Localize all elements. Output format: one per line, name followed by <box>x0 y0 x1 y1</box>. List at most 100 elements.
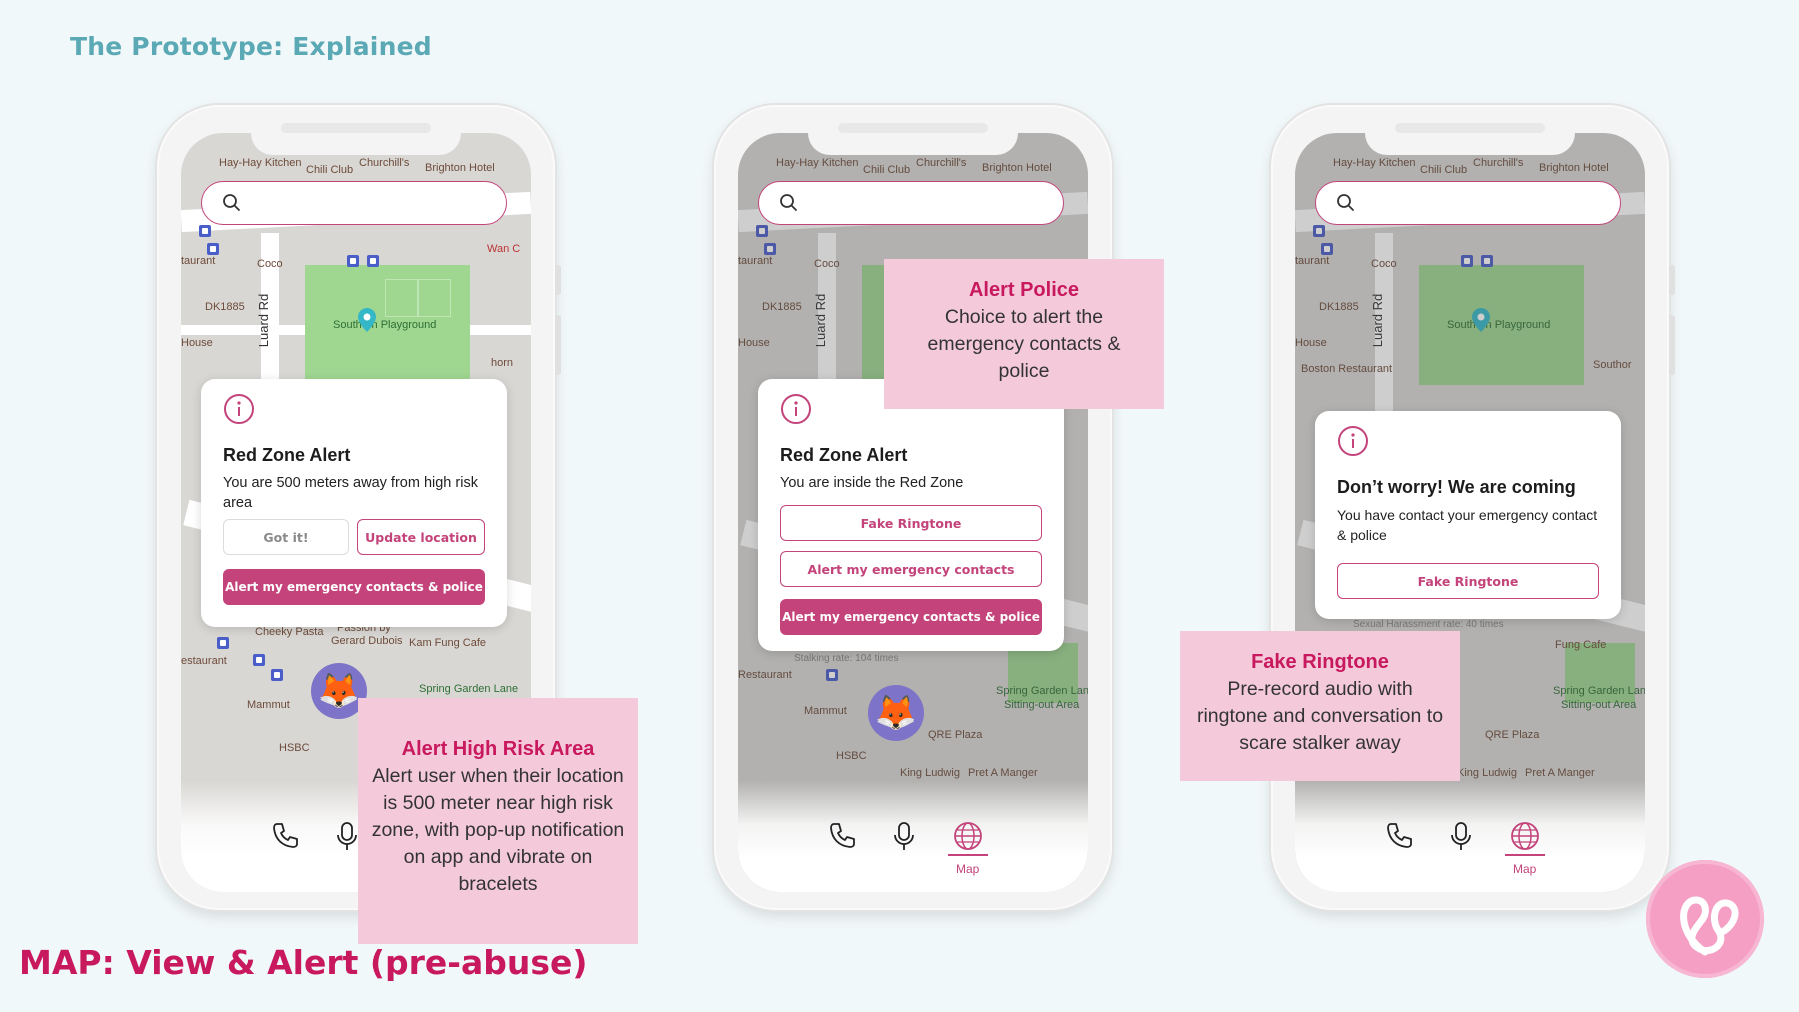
info-icon <box>224 394 254 424</box>
bus-stop-icon <box>764 243 776 255</box>
map-label: taurant <box>181 255 216 267</box>
got-it-button[interactable]: Got it! <box>223 519 349 555</box>
map-label: Churchill's <box>916 157 967 169</box>
map-label: Sitting-out Area <box>1004 699 1080 711</box>
bus-stop-icon <box>367 255 379 267</box>
search-bar[interactable] <box>201 181 507 225</box>
map-label: taurant <box>738 255 773 267</box>
callout-alert-police: Alert Police Choice to alert the emergen… <box>884 259 1164 409</box>
map-label: Sitting-out Area <box>1561 699 1637 711</box>
bus-stop-icon <box>207 243 219 255</box>
map-label: Sexual Harassment rate: 40 times <box>1353 619 1504 630</box>
red-zone-alert-card: Red Zone Alert You are 500 meters away f… <box>201 379 507 627</box>
map-label: Hay-Hay Kitchen <box>1333 157 1416 169</box>
info-icon <box>781 394 811 424</box>
bus-stop-icon <box>756 225 768 237</box>
location-pin-icon <box>358 308 376 332</box>
search-bar[interactable] <box>1315 181 1621 225</box>
callout-title: Fake Ringtone <box>1251 651 1389 673</box>
callout-fake-ringtone: Fake Ringtone Pre-record audio with ring… <box>1180 631 1460 781</box>
search-icon <box>223 194 240 211</box>
callout-body: Choice to alert the emergency contacts &… <box>927 306 1121 382</box>
globe-icon[interactable] <box>1509 820 1541 852</box>
map-label: Luard Rd <box>256 293 272 348</box>
map-label: horn <box>491 357 514 369</box>
map-label: Fung Cafe <box>1555 639 1607 651</box>
phone-icon[interactable] <box>1383 820 1415 852</box>
search-bar[interactable] <box>758 181 1064 225</box>
map-label: Restaurant <box>738 669 792 681</box>
callout-title: Alert Police <box>968 279 1080 301</box>
bus-stop-icon <box>1313 225 1325 237</box>
phone-mockup-3: Hay-Hay Kitchen Chili Club Churchill's B… <box>1271 105 1675 910</box>
map-label: Cheeky Pasta <box>255 626 324 638</box>
bus-stop-icon <box>826 669 838 681</box>
map-tab-label[interactable]: Map <box>956 862 979 876</box>
slide-title: The Prototype: Explained <box>70 32 432 61</box>
microphone-icon[interactable] <box>1445 820 1477 852</box>
phone-icon[interactable] <box>269 820 301 852</box>
map-label: Southorn Playground <box>1447 319 1551 331</box>
map-label: House <box>738 337 770 349</box>
map-label: Gerard Dubois <box>331 635 403 647</box>
map-label: Churchill's <box>1473 157 1524 169</box>
fake-ringtone-button[interactable]: Fake Ringtone <box>780 505 1042 541</box>
map-label: Coco <box>1371 258 1397 270</box>
map-label: Spring Garden Lane <box>419 683 519 695</box>
map-label: Chili Club <box>863 164 911 176</box>
map-label: Chili Club <box>306 164 354 176</box>
bus-stop-icon <box>347 255 359 267</box>
bottom-nav: Map <box>1295 780 1645 892</box>
map-tab-indicator <box>948 854 988 856</box>
callout-title: Alert High Risk Area <box>401 738 595 760</box>
map-label: House <box>1295 337 1327 349</box>
card-title: Red Zone Alert <box>780 445 908 465</box>
map-label: DK1885 <box>762 301 802 313</box>
search-icon <box>1337 194 1354 211</box>
map-label: Pret A Manger <box>968 767 1038 779</box>
bus-stop-icon <box>199 225 211 237</box>
map-label: Coco <box>257 258 283 270</box>
bus-stop-icon <box>1461 255 1473 267</box>
map-label: King Ludwig <box>1457 767 1517 779</box>
card-message: You have contact your emergency contact … <box>1337 507 1598 543</box>
map-label: Brighton Hotel <box>425 162 495 174</box>
map-label: Churchill's <box>359 157 410 169</box>
map-tab-label[interactable]: Map <box>1513 862 1536 876</box>
location-pin-icon <box>1472 308 1490 332</box>
alert-contacts-police-button[interactable]: Alert my emergency contacts & police <box>780 599 1042 635</box>
phone-icon[interactable] <box>826 820 858 852</box>
map-label: Southor <box>1593 359 1632 371</box>
map-label: estaurant <box>181 655 227 667</box>
map-label: QRE Plaza <box>1485 729 1540 741</box>
card-message: You are inside the Red Zone <box>780 475 964 491</box>
update-location-button[interactable]: Update location <box>357 519 485 555</box>
alert-contacts-button[interactable]: Alert my emergency contacts <box>780 551 1042 587</box>
alert-contacts-police-button[interactable]: Alert my emergency contacts & police <box>223 569 485 605</box>
map-label: Kam Fung Cafe <box>409 637 487 649</box>
info-icon <box>1338 426 1368 456</box>
search-icon <box>780 194 797 211</box>
fake-ringtone-button[interactable]: Fake Ringtone <box>1337 563 1599 599</box>
confirmation-card: Don’t worry! We are coming You have cont… <box>1315 411 1621 619</box>
map-label: DK1885 <box>1319 301 1359 313</box>
map-label: Stalking rate: 104 times <box>794 653 899 664</box>
microphone-icon[interactable] <box>888 820 920 852</box>
map-label: Southorn Playground <box>333 319 437 331</box>
map-screen[interactable]: Hay-Hay Kitchen Chili Club Churchill's B… <box>738 133 1088 892</box>
map-label: Mammut <box>804 705 847 717</box>
map-label: Luard Rd <box>1370 293 1386 348</box>
globe-icon[interactable] <box>952 820 984 852</box>
bus-stop-icon <box>271 669 283 681</box>
map-label: King Ludwig <box>900 767 960 779</box>
fox-avatar-icon[interactable]: 🦊 <box>868 685 924 741</box>
map-label: QRE Plaza <box>928 729 983 741</box>
map-label: Spring Garden Lane <box>1553 685 1645 697</box>
card-title: Don’t worry! We are coming <box>1337 477 1576 497</box>
map-label: DK1885 <box>205 301 245 313</box>
app-logo <box>1646 860 1764 978</box>
bottom-nav: Map <box>738 780 1088 892</box>
bus-stop-icon <box>217 637 229 649</box>
map-label: Mammut <box>247 699 290 711</box>
map-label: taurant <box>1295 255 1330 267</box>
